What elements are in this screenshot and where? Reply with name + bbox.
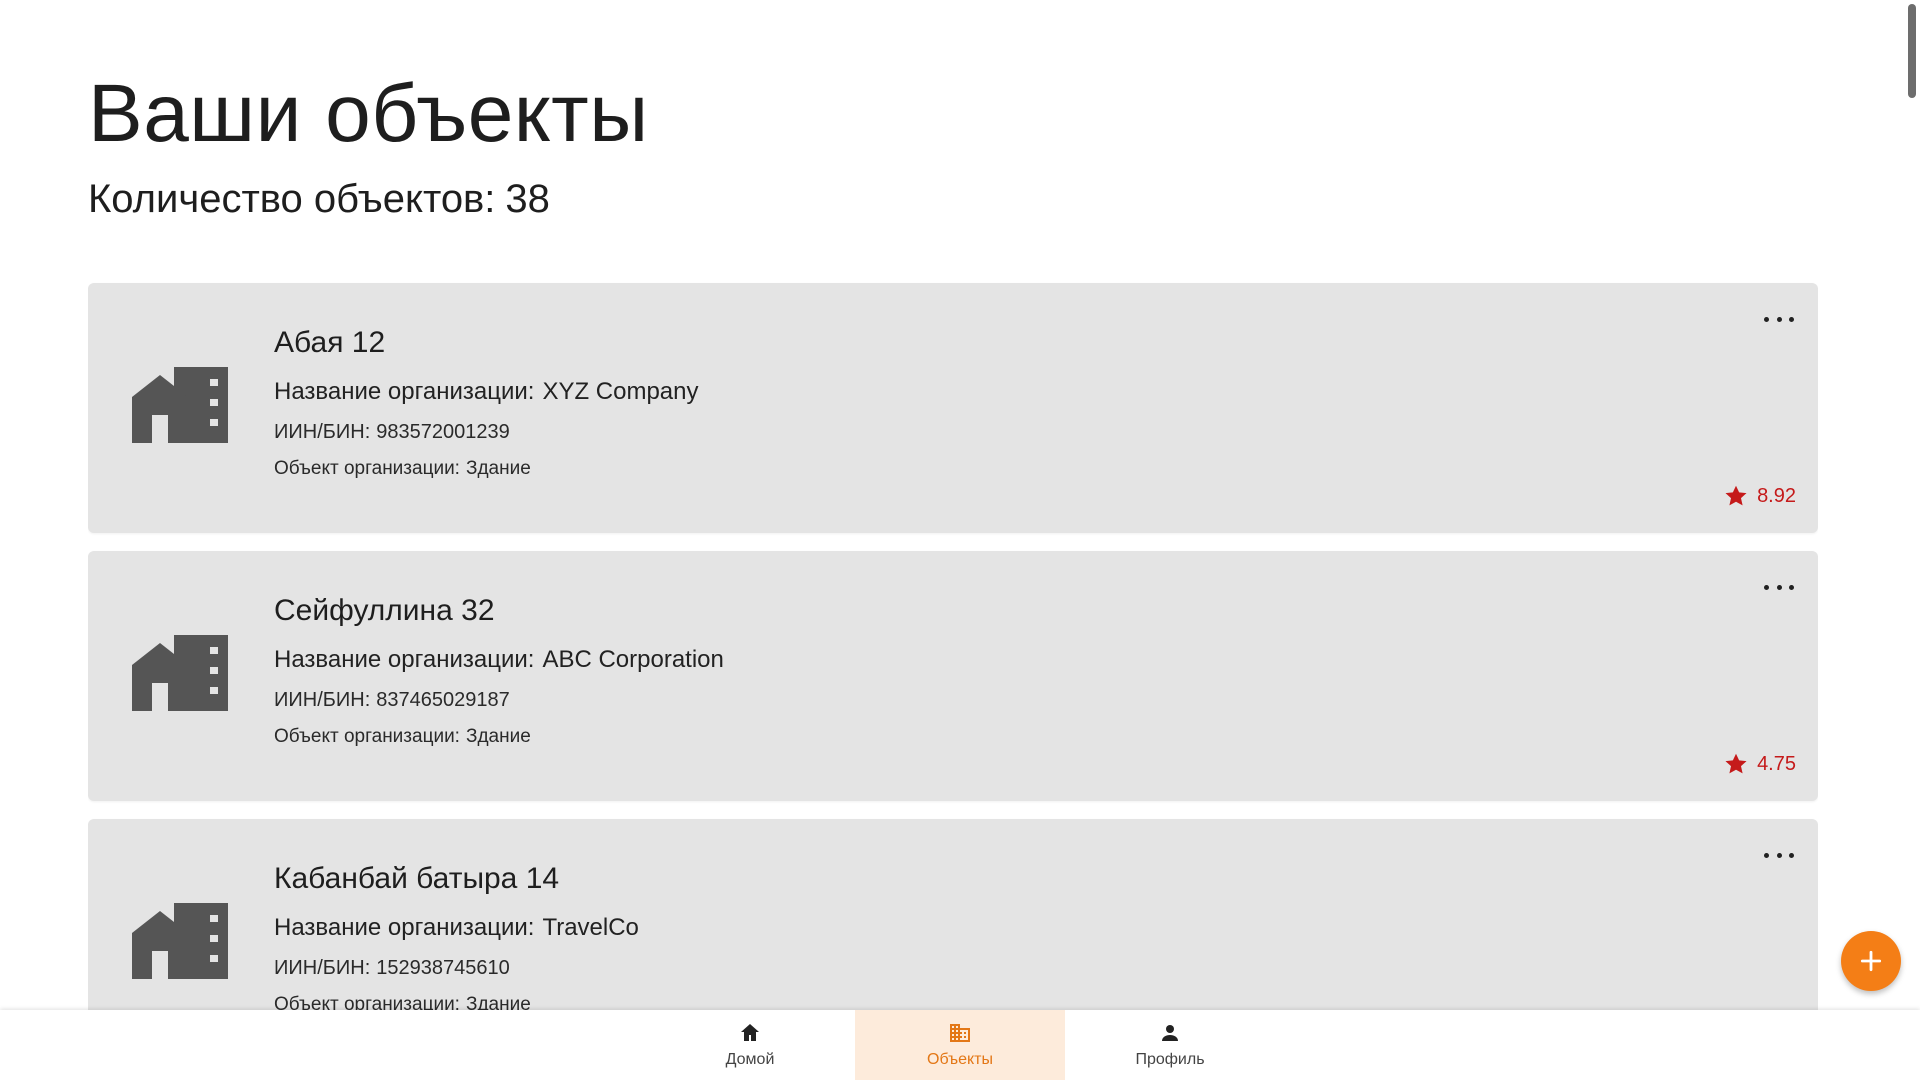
object-title: Абая 12 xyxy=(274,326,386,359)
object-iin: ИИН/БИН: 152938745610 xyxy=(274,955,639,981)
nav-item-home-label: Домой xyxy=(725,1051,775,1068)
star-icon xyxy=(1725,753,1747,774)
object-iin-label: ИИН/БИН: xyxy=(274,957,371,979)
object-iin-value: 152938745610 xyxy=(376,957,510,979)
home-icon xyxy=(741,1024,759,1041)
main-content: Ваши объекты Количество объектов: 38 Аба… xyxy=(88,0,1818,1010)
object-rating: 8.92 xyxy=(1723,483,1796,509)
object-type-value: Здание xyxy=(465,458,531,479)
person-icon xyxy=(1162,1025,1178,1041)
more-options-icon[interactable] xyxy=(1764,309,1794,329)
objects-count-label: Количество объектов: xyxy=(88,177,496,221)
object-iin: ИИН/БИН: 983572001239 xyxy=(274,419,699,445)
object-org-value: ABC Corporation xyxy=(542,646,724,673)
nav-item-objects-label: Объекты xyxy=(927,1051,993,1068)
app-page: Ваши объекты Количество объектов: 38 Аба… xyxy=(0,0,1920,1080)
object-org-value: TravelCo xyxy=(542,914,639,941)
objects-list: Абая 12 Название организации: XYZ Compan… xyxy=(88,283,1818,1010)
object-title: Сейфуллина 32 xyxy=(274,594,495,627)
nav-item-home[interactable]: Домой xyxy=(645,1010,855,1080)
object-org-label: Название организации: xyxy=(274,646,535,673)
object-org-label: Название организации: xyxy=(274,378,535,405)
object-type: Объект организации: Здание xyxy=(274,457,699,481)
star-icon xyxy=(1725,485,1747,506)
object-card-body: Абая 12 Название организации: XYZ Compan… xyxy=(274,325,699,481)
page-scrollbar[interactable] xyxy=(1908,4,1916,98)
object-iin-value: 983572001239 xyxy=(376,421,510,443)
object-card[interactable]: Сейфуллина 32 Название организации: ABC … xyxy=(88,551,1818,801)
object-iin-label: ИИН/БИН: xyxy=(274,421,371,443)
nav-item-objects[interactable]: Объекты xyxy=(855,1010,1065,1080)
object-iin-label: ИИН/БИН: xyxy=(274,689,371,711)
object-type-label: Объект организации: xyxy=(274,458,460,479)
more-options-icon[interactable] xyxy=(1764,577,1794,597)
object-type-label: Объект организации: xyxy=(274,994,460,1010)
object-org-value: XYZ Company xyxy=(542,378,699,405)
object-card-body: Сейфуллина 32 Название организации: ABC … xyxy=(274,593,724,749)
object-rating-value: 4.75 xyxy=(1757,752,1796,775)
nav-item-profile-label: Профиль xyxy=(1135,1051,1205,1068)
object-type-value: Здание xyxy=(465,726,531,747)
object-type: Объект организации: Здание xyxy=(274,725,724,749)
object-card[interactable]: Кабанбай батыра 14 Название организации:… xyxy=(88,819,1818,1010)
more-options-icon[interactable] xyxy=(1764,845,1794,865)
plus-icon xyxy=(1860,950,1882,972)
building-icon xyxy=(132,635,228,711)
page-title: Ваши объекты xyxy=(88,68,649,159)
object-type: Объект организации: Здание xyxy=(274,993,639,1010)
object-iin: ИИН/БИН: 837465029187 xyxy=(274,687,724,713)
object-card-body: Кабанбай батыра 14 Название организации:… xyxy=(274,861,639,1010)
object-rating-value: 8.92 xyxy=(1757,484,1796,507)
nav-item-profile[interactable]: Профиль xyxy=(1065,1010,1275,1080)
object-card[interactable]: Абая 12 Название организации: XYZ Compan… xyxy=(88,283,1818,533)
object-type-value: Здание xyxy=(465,994,531,1010)
object-rating: 4.75 xyxy=(1723,751,1796,777)
building-icon xyxy=(950,1024,970,1042)
objects-count-value: 38 xyxy=(505,177,550,221)
object-title: Кабанбай батыра 14 xyxy=(274,862,560,895)
object-iin-value: 837465029187 xyxy=(376,689,510,711)
object-org: Название организации: ABC Corporation xyxy=(274,645,724,675)
building-icon xyxy=(132,903,228,979)
bottom-navigation: Домой Объекты Профиль xyxy=(0,1010,1920,1080)
object-type-label: Объект организации: xyxy=(274,726,460,747)
object-org: Название организации: XYZ Company xyxy=(274,377,699,407)
objects-count: Количество объектов: 38 xyxy=(88,174,550,224)
building-icon xyxy=(132,367,228,443)
object-org-label: Название организации: xyxy=(274,914,535,941)
object-org: Название организации: TravelCo xyxy=(274,913,639,943)
add-object-button[interactable] xyxy=(1841,931,1901,991)
